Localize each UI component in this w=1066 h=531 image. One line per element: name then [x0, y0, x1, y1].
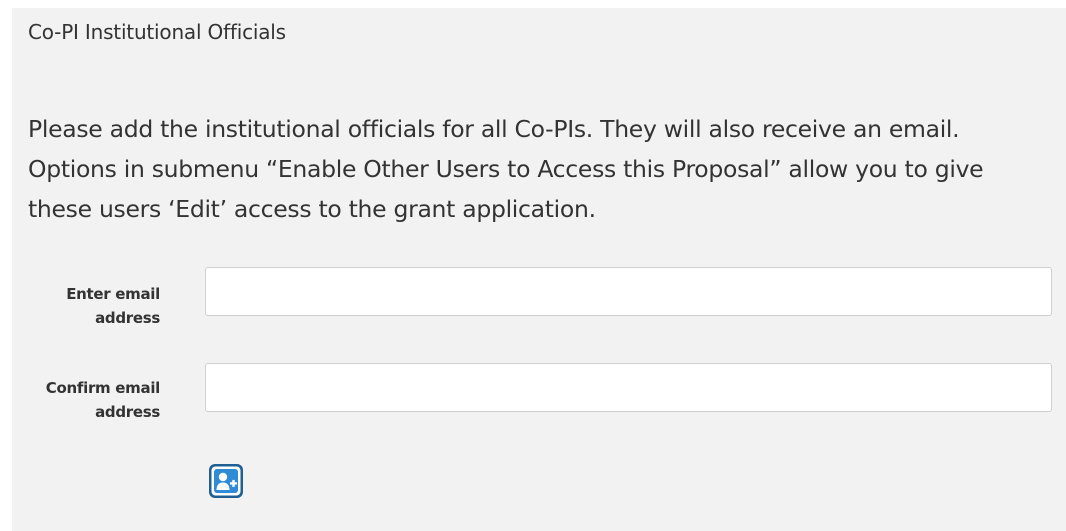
- add-user-button[interactable]: [207, 462, 245, 500]
- confirm-email-input[interactable]: [205, 363, 1052, 412]
- email-label: Enter email address: [66, 285, 160, 327]
- section-title: Co-PI Institutional Officials: [28, 20, 286, 44]
- email-input[interactable]: [205, 267, 1052, 316]
- confirm-email-label: Confirm email address: [45, 379, 161, 421]
- add-user-icon: [209, 464, 243, 498]
- co-pi-officials-panel: Co-PI Institutional Officials Please add…: [12, 8, 1066, 531]
- instructions-text: Please add the institutional officials f…: [28, 115, 984, 223]
